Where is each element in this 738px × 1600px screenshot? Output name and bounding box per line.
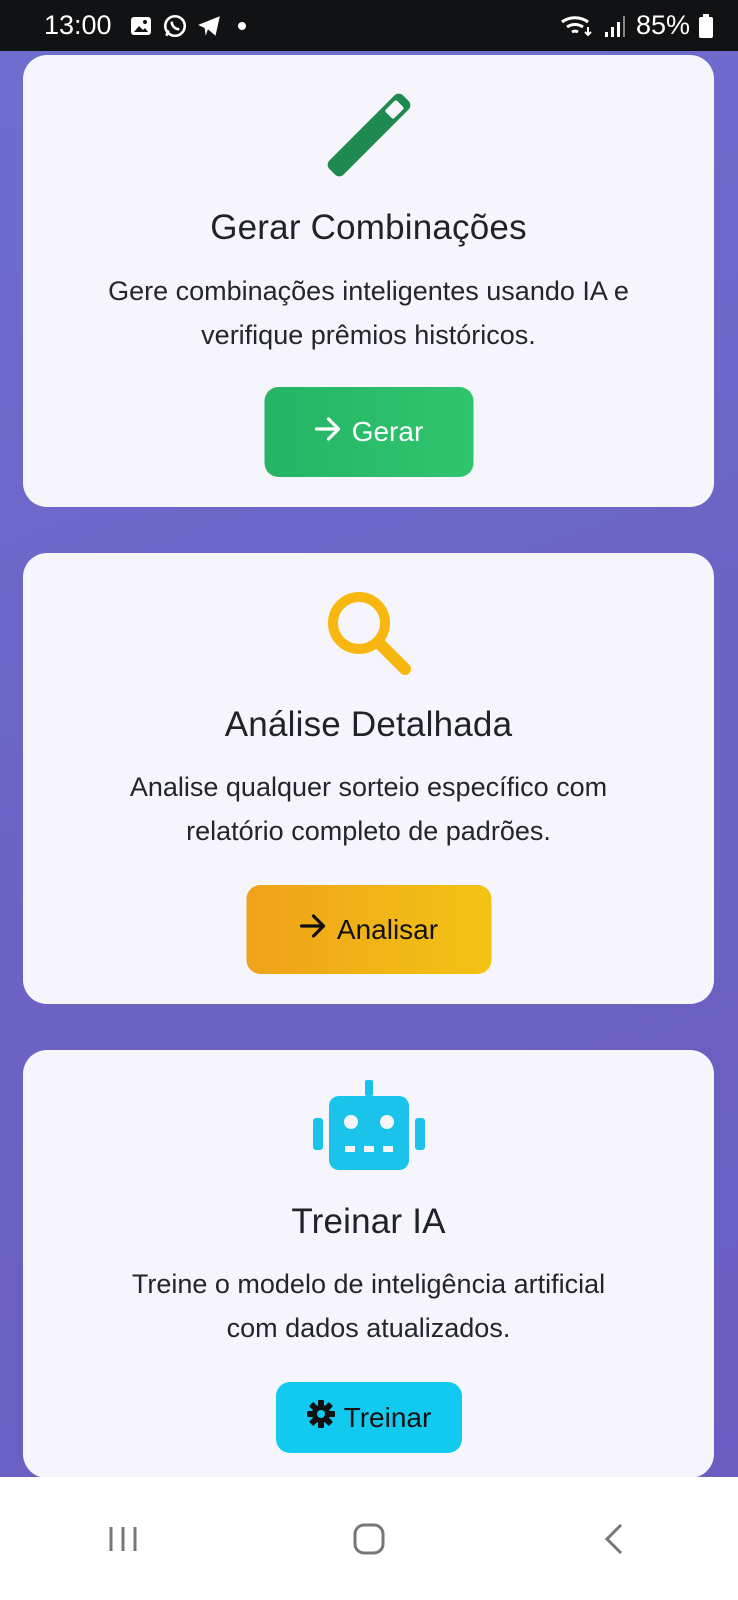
description-line-1: Treine o modelo de inteligência artifici… <box>131 1269 606 1299</box>
gear-icon <box>306 1399 336 1436</box>
card-description: Treine o modelo de inteligência artifici… <box>63 1262 674 1350</box>
status-left: 13:00 <box>44 10 246 41</box>
generate-button-label: Gerar <box>351 416 424 447</box>
generate-button[interactable]: Gerar <box>264 387 473 477</box>
wifi-icon <box>560 13 594 39</box>
description-line-1: Gere combinações inteligentes usando IA … <box>108 276 629 306</box>
card-title: Treinar IA <box>291 1202 446 1241</box>
search-icon <box>321 585 417 686</box>
card-description: Analise qualquer sorteio específico com … <box>63 765 674 853</box>
back-icon[interactable] <box>575 1499 655 1579</box>
robot-icon <box>311 1080 427 1177</box>
description-line-2: relatório completo de padrões. <box>186 816 551 846</box>
train-button[interactable]: Treinar <box>275 1382 462 1453</box>
recent-apps-icon[interactable] <box>83 1499 163 1579</box>
train-button-label: Treinar <box>343 1401 432 1433</box>
card-analysis: Análise Detalhada Analise qualquer sorte… <box>23 553 714 1004</box>
home-icon[interactable] <box>329 1499 409 1579</box>
navigation-bar <box>0 1477 738 1600</box>
telegram-icon <box>196 13 222 39</box>
card-title: Análise Detalhada <box>224 705 513 744</box>
analyze-button-label: Analisar <box>336 913 439 945</box>
description-line-1: Analise qualquer sorteio específico com <box>129 772 608 802</box>
image-icon <box>128 13 154 39</box>
battery-level: 85% <box>635 10 690 40</box>
card-title: Gerar Combinações <box>210 208 527 247</box>
analyze-button[interactable]: Analisar <box>246 885 491 974</box>
notification-dot <box>237 21 246 30</box>
status-time: 13:00 <box>44 10 112 40</box>
card-description: Gere combinações inteligentes usando IA … <box>63 269 674 357</box>
description-line-2: com dados atualizados. <box>226 1313 511 1343</box>
description-line-2: verifique prêmios históricos. <box>201 320 536 350</box>
card-train: Treinar IA Treine o modelo de inteligênc… <box>23 1050 714 1478</box>
status-bar: 13:00 85% <box>0 0 738 51</box>
battery-icon <box>698 13 714 39</box>
status-right: 85% <box>560 10 714 41</box>
card-generate: Gerar Combinações Gere combinações intel… <box>23 55 714 507</box>
signal-icon <box>602 13 628 39</box>
wand-icon <box>319 85 419 190</box>
whatsapp-icon <box>162 13 188 39</box>
arrow-right-icon <box>314 416 344 449</box>
arrow-right-icon <box>299 913 329 946</box>
